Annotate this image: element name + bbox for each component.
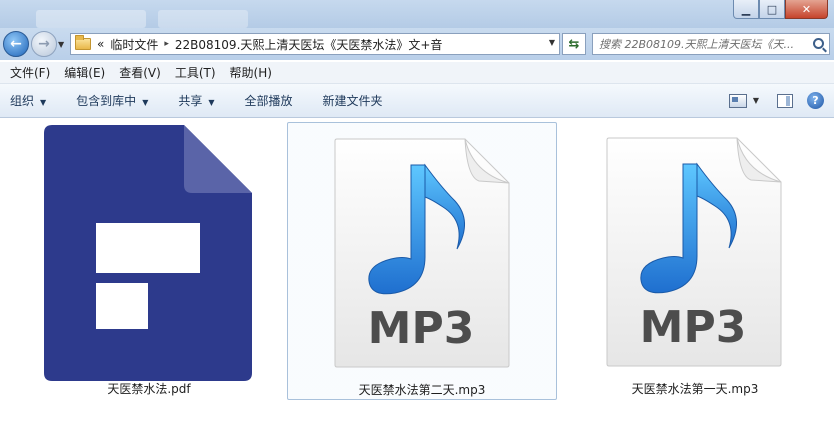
breadcrumb-temp-files[interactable]: 临时文件: [110, 36, 158, 53]
mp3-label: MP3: [640, 302, 747, 353]
file-name: 天医禁水法第二天.mp3: [358, 383, 486, 397]
refresh-button[interactable]: ⇆: [562, 33, 586, 55]
maximize-button[interactable]: □: [759, 0, 785, 19]
view-controls: ▼ ?: [728, 92, 824, 109]
search-input[interactable]: [599, 37, 809, 51]
search-icon[interactable]: [813, 38, 824, 49]
organize-button[interactable]: 组织 ▼: [10, 92, 46, 109]
mp3-file-icon: MP3: [606, 137, 782, 367]
menu-help[interactable]: 帮助(H): [230, 64, 272, 81]
change-view-icon[interactable]: [728, 93, 747, 108]
breadcrumb-current-folder[interactable]: 22B08109.天熙上清天医坛《天医禁水法》文+音: [175, 36, 443, 53]
play-all-button[interactable]: 全部播放: [245, 92, 293, 109]
menu-bar: 文件(F) 编辑(E) 查看(V) 工具(T) 帮助(H): [0, 62, 834, 84]
include-in-library-button[interactable]: 包含到库中 ▼: [76, 92, 148, 109]
share-label: 共享: [178, 94, 203, 108]
menu-edit[interactable]: 编辑(E): [64, 64, 105, 81]
menu-tools[interactable]: 工具(T): [175, 64, 216, 81]
forward-arrow-icon: →: [38, 36, 50, 52]
back-arrow-icon: ←: [10, 36, 22, 52]
command-bar: 组织 ▼ 包含到库中 ▼ 共享 ▼ 全部播放 新建文件夹 ▼ ?: [0, 84, 834, 118]
breadcrumb-separator-icon[interactable]: ▸: [164, 39, 169, 49]
title-blur: [36, 10, 146, 28]
menu-file[interactable]: 文件(F): [10, 64, 50, 81]
forward-button[interactable]: →: [31, 31, 57, 57]
title-blur: [158, 10, 248, 28]
close-button[interactable]: ✕: [785, 0, 828, 19]
new-folder-button[interactable]: 新建文件夹: [323, 92, 383, 109]
file-item-pdf[interactable]: 天医禁水法.pdf: [14, 122, 284, 400]
include-library-label: 包含到库中: [76, 94, 137, 108]
back-button[interactable]: ←: [3, 31, 29, 57]
organize-label: 组织: [10, 94, 35, 108]
mp3-label: MP3: [368, 303, 475, 354]
title-bar: ▁ □ ✕: [0, 0, 834, 28]
address-bar[interactable]: « 临时文件 ▸ 22B08109.天熙上清天医坛《天医禁水法》文+音 ▼: [70, 33, 560, 55]
view-dropdown-icon[interactable]: ▼: [753, 96, 759, 105]
file-list: 天医禁水法.pdf MP3 天医禁水法第二天.mp3 MP3 天医禁水法第一天.…: [0, 118, 834, 435]
breadcrumb-overflow[interactable]: «: [97, 37, 104, 51]
help-icon[interactable]: ?: [807, 92, 824, 109]
navigation-bar: ← → ▼ « 临时文件 ▸ 22B08109.天熙上清天医坛《天医禁水法》文+…: [0, 28, 834, 60]
share-button[interactable]: 共享 ▼: [178, 92, 214, 109]
recent-pages-dropdown[interactable]: ▼: [58, 40, 64, 49]
mp3-file-icon: MP3: [334, 138, 510, 368]
minimize-button[interactable]: ▁: [733, 0, 759, 19]
file-name: 天医禁水法.pdf: [107, 382, 191, 396]
chevron-down-icon: ▼: [142, 98, 149, 107]
window-controls: ▁ □ ✕: [733, 0, 828, 19]
folder-icon: [75, 35, 91, 50]
menu-view[interactable]: 查看(V): [119, 64, 161, 81]
chevron-down-icon: ▼: [208, 98, 215, 107]
address-dropdown-icon[interactable]: ▼: [549, 38, 555, 47]
preview-pane-icon[interactable]: [777, 93, 793, 108]
file-item-mp3-day2[interactable]: MP3 天医禁水法第二天.mp3: [287, 122, 557, 400]
file-name: 天医禁水法第一天.mp3: [631, 382, 759, 396]
refresh-icon: ⇆: [568, 36, 580, 52]
chevron-down-icon: ▼: [40, 98, 47, 107]
file-item-mp3-day1[interactable]: MP3 天医禁水法第一天.mp3: [560, 122, 830, 400]
search-box[interactable]: [592, 33, 830, 55]
pdf-file-icon: [44, 125, 252, 381]
